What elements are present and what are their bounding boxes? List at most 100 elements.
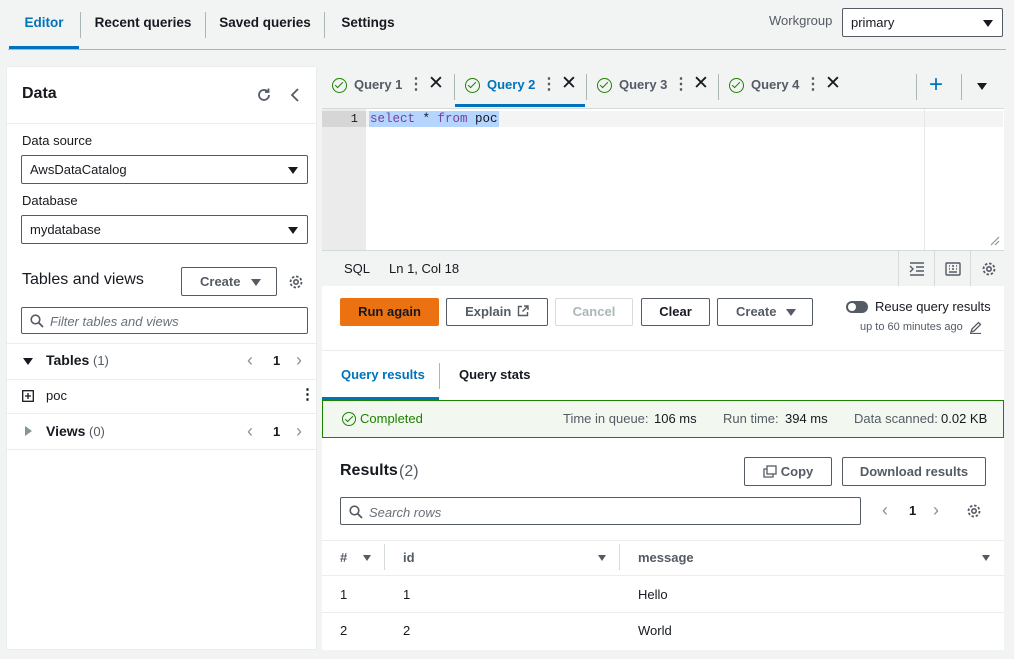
tab-query-1[interactable]: Query 1 ⋮ ✕ [322,66,454,106]
workgroup-label: Workgroup [769,13,833,28]
query-actions: Run again Explain Cancel Clear Create Re… [322,286,1004,350]
expand-plus-icon[interactable] [22,390,34,402]
settings-gear-icon[interactable] [287,273,305,291]
tables-section-header[interactable]: Tables (1) ‹ 1 › [7,343,316,379]
success-check-icon [332,78,347,93]
create-dropdown-button[interactable]: Create [181,267,277,296]
reuse-results-toggle[interactable] [846,301,868,313]
database-value: mydatabase [30,222,101,237]
tab-query-3[interactable]: Query 3 ⋮ ✕ [587,66,719,106]
more-actions-icon[interactable]: ⋮ [300,386,315,403]
cell-id: 2 [403,623,411,638]
sort-caret-icon[interactable] [598,555,606,561]
tab-divider [439,363,440,389]
table-item-poc[interactable]: poc ⋮ [7,379,316,415]
time-in-queue-label: Time in queue: [563,411,649,426]
search-rows-input[interactable] [340,497,861,525]
next-page-icon[interactable]: › [296,351,302,369]
explain-label: Explain [465,304,512,319]
next-page-icon[interactable]: › [933,501,939,519]
tab-divider [80,12,81,38]
run-again-button[interactable]: Run again [340,298,439,326]
column-header-id: id [403,550,415,565]
format-query-button[interactable] [898,251,934,287]
tab-recent-queries[interactable]: Recent queries [86,0,200,48]
cell-index: 2 [340,623,348,638]
next-page-icon[interactable]: › [296,422,302,440]
prev-page-icon[interactable]: ‹ [247,422,253,440]
edit-pencil-icon[interactable] [969,321,982,334]
close-icon[interactable]: ✕ [693,74,709,94]
views-page-number: 1 [273,424,281,439]
column-header-message: message [638,550,694,565]
tab-editor[interactable]: Editor [9,0,79,48]
data-panel-title: Data [22,85,57,102]
tab-query-4[interactable]: Query 4 ⋮ ✕ [719,66,851,106]
copy-button[interactable]: Copy [744,457,832,486]
divider [7,123,316,124]
success-check-icon [342,412,356,426]
resize-handle-icon[interactable] [990,236,1000,246]
download-results-button[interactable]: Download results [842,457,986,486]
header-divider [322,575,1004,576]
keyboard-shortcuts-button[interactable] [934,251,970,287]
prev-page-icon[interactable]: ‹ [247,351,253,369]
table-settings-icon[interactable] [965,502,983,520]
tab-options-icon[interactable]: ⋮ [673,76,689,94]
prev-page-icon[interactable]: ‹ [882,501,888,519]
database-select[interactable]: mydatabase [21,215,308,244]
editor-settings-button[interactable] [970,251,1006,287]
cancel-button[interactable]: Cancel [555,298,633,326]
explain-button[interactable]: Explain [446,298,548,326]
expand-right-icon [25,426,32,436]
table-border [322,540,1004,541]
refresh-icon[interactable] [255,86,273,104]
tab-options-icon[interactable]: ⋮ [408,76,424,94]
expand-down-icon [23,358,33,365]
filter-field[interactable] [50,312,290,330]
data-source-select[interactable]: AwsDataCatalog [21,155,308,184]
tab-divider [324,12,325,38]
sort-caret-icon[interactable] [982,555,990,561]
active-tab-indicator [455,104,585,107]
query-tab-label: Query 4 [751,77,800,92]
cursor-position: Ln 1, Col 18 [389,261,460,276]
sql-editor[interactable]: 1 select * from poc [322,108,1004,250]
results-title: Results [340,462,398,479]
filter-tables-input[interactable] [21,307,308,334]
tab-saved-queries[interactable]: Saved queries [212,0,318,48]
data-source-value: AwsDataCatalog [30,162,127,177]
copy-icon [763,465,777,478]
close-icon[interactable]: ✕ [825,74,841,94]
code-line[interactable]: select * from poc [369,111,499,127]
tab-options-icon[interactable]: ⋮ [805,76,821,94]
tab-divider [961,74,962,100]
views-section-header[interactable]: Views (0) ‹ 1 › [7,413,316,449]
column-divider[interactable] [384,544,385,570]
tab-query-results[interactable]: Query results [341,367,425,382]
reuse-results-label: Reuse query results [875,299,991,314]
clear-button[interactable]: Clear [641,298,710,326]
tab-bar-border [8,49,1006,50]
tab-query-2[interactable]: Query 2 ⋮ ✕ [455,66,587,106]
line-gutter [322,109,366,250]
column-divider[interactable] [619,544,620,570]
create-label: Create [736,304,777,319]
close-icon[interactable]: ✕ [428,74,444,94]
tab-options-icon[interactable]: ⋮ [541,76,557,94]
workgroup-select[interactable]: primary [842,8,1003,37]
top-tab-bar: Editor Recent queries Saved queries Sett… [0,0,1014,50]
tab-query-stats[interactable]: Query stats [459,367,531,382]
tab-menu-caret-icon[interactable] [977,83,987,90]
sort-caret-icon[interactable] [363,555,371,561]
caret-down-icon [786,309,796,316]
tables-count: (1) [93,353,109,368]
collapse-panel-icon[interactable] [288,86,302,104]
add-query-tab-icon[interactable]: + [929,73,943,97]
create-menu-button[interactable]: Create [717,298,813,326]
search-field[interactable] [369,503,609,521]
query-status-banner: Completed Time in queue: 106 ms Run time… [322,400,1004,438]
tab-settings[interactable]: Settings [333,0,403,48]
close-icon[interactable]: ✕ [561,74,577,94]
language-label: SQL [344,261,371,276]
